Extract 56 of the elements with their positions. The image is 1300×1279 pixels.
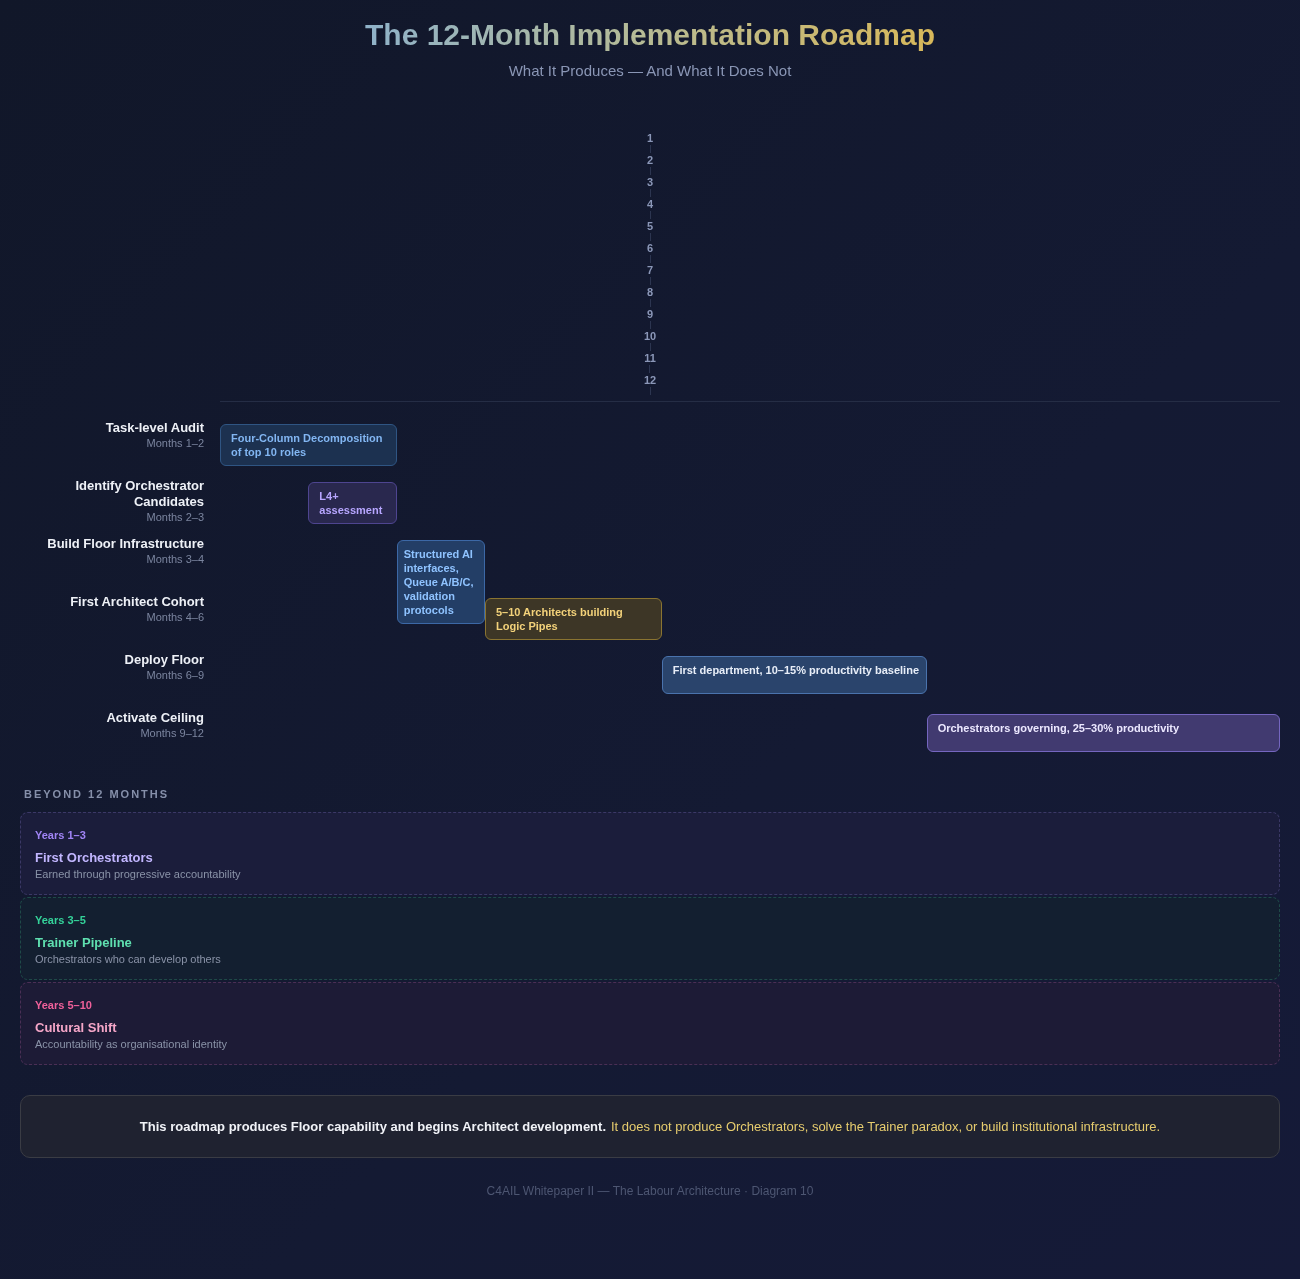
card-years: Years 5–10 bbox=[35, 999, 93, 1011]
phase-period: Months 6–9 bbox=[145, 669, 204, 681]
month-number: 8 bbox=[646, 285, 654, 299]
phase-period: Months 4–6 bbox=[145, 611, 204, 623]
card-description: Accountability as organisational identity bbox=[35, 1038, 228, 1050]
phase-bar: First department, 10–15% productivity baseline bbox=[661, 656, 927, 694]
tick-mark bbox=[649, 255, 651, 263]
card-years: Years 1–3 bbox=[35, 829, 87, 841]
card-description: Earned through progressive accountability bbox=[35, 868, 242, 880]
tick-mark bbox=[649, 299, 651, 307]
card-title: Trainer Pipeline bbox=[35, 935, 133, 950]
card-years: Years 3–5 bbox=[35, 914, 87, 926]
month-number: 4 bbox=[646, 197, 654, 211]
month-number: 5 bbox=[646, 219, 654, 233]
tick-mark bbox=[649, 145, 651, 153]
phase-name: Deploy Floor bbox=[123, 652, 204, 668]
month-number: 3 bbox=[646, 175, 654, 189]
phase-bar: L4+ assessment bbox=[308, 482, 397, 524]
tick-mark bbox=[649, 211, 651, 219]
phase-period: Months 2–3 bbox=[145, 511, 204, 523]
month-number: 2 bbox=[646, 153, 654, 167]
phase-bar: Structured AI interfaces, Queue A/B/C, validation protocols bbox=[396, 540, 485, 624]
month-number: 6 bbox=[646, 241, 654, 255]
card-title: First Orchestrators bbox=[35, 850, 154, 865]
month-number: 1 bbox=[646, 131, 654, 145]
phase-name: First Architect Cohort bbox=[69, 594, 204, 610]
month-number: 7 bbox=[646, 263, 654, 277]
tick-mark bbox=[649, 277, 651, 285]
card-description: Orchestrators who can develop others bbox=[35, 953, 222, 965]
page-subtitle: What It Produces — And What It Does Not bbox=[507, 62, 793, 79]
phase-name: Identify Orchestrator Candidates bbox=[74, 478, 204, 510]
credit-line: C4AIL Whitepaper II — The Labour Architecture · Diagram 10 bbox=[485, 1184, 815, 1198]
note-statement: This roadmap produces Floor capability and begins Architect development. bbox=[139, 1119, 606, 1134]
month-number: 12 bbox=[643, 373, 657, 387]
tick-mark bbox=[649, 321, 651, 329]
tick-mark bbox=[649, 233, 651, 241]
card-title: Cultural Shift bbox=[35, 1020, 118, 1035]
phase-bar: Four-Column Decomposition of top 10 roles bbox=[220, 424, 397, 466]
phase-name: Activate Ceiling bbox=[105, 710, 204, 726]
phase-period: Months 1–2 bbox=[145, 437, 204, 449]
month-number: 9 bbox=[646, 307, 654, 321]
section-heading: BEYOND 12 MONTHS bbox=[24, 788, 171, 800]
tick-mark bbox=[649, 365, 651, 373]
month-number: 10 bbox=[643, 329, 657, 343]
phase-bar: Orchestrators governing, 25–30% productivity bbox=[926, 714, 1280, 752]
phase-period: Months 9–12 bbox=[139, 727, 204, 739]
tick-mark bbox=[649, 167, 651, 175]
tick-mark bbox=[649, 343, 651, 351]
tick-mark bbox=[649, 387, 651, 395]
note-caveat: It does not produce Orchestrators, solve the Trainer paradox, or build institutional infrastructure. bbox=[611, 1119, 1161, 1134]
phase-period: Months 3–4 bbox=[145, 553, 204, 565]
phase-name: Task-level Audit bbox=[104, 420, 204, 436]
phase-bar: 5–10 Architects building Logic Pipes bbox=[485, 598, 662, 640]
phase-name: Build Floor Infrastructure bbox=[46, 536, 204, 552]
tick-mark bbox=[649, 189, 651, 197]
month-number: 11 bbox=[644, 351, 656, 365]
